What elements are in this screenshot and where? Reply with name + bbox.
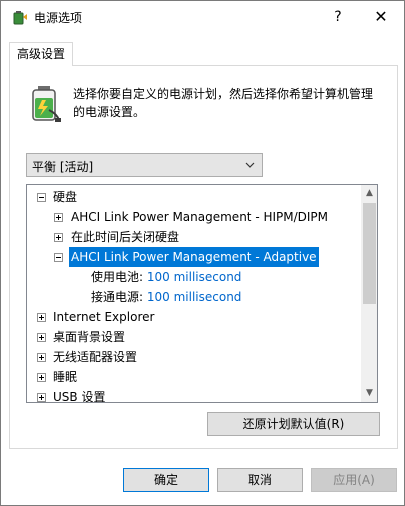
expand-icon[interactable] [37, 333, 46, 342]
tree-item-label: 无线适配器设置 [53, 350, 138, 364]
collapse-icon[interactable] [54, 253, 63, 262]
tree-item-label: AHCI Link Power Management - Adaptive [69, 247, 319, 267]
setting-label: 接通电源: [91, 290, 144, 304]
restore-defaults-button[interactable]: 还原计划默认值(R) [207, 412, 380, 436]
title-bar[interactable]: 电源选项 ? ✕ [1, 1, 404, 33]
settings-tree[interactable]: 硬盘 AHCI Link Power Management - HIPM/DIP… [26, 184, 378, 403]
scroll-down-icon[interactable]: ▼ [361, 385, 377, 402]
expand-icon[interactable] [37, 313, 46, 322]
expand-icon[interactable] [37, 393, 46, 402]
tree-item-label: USB 设置 [53, 390, 106, 403]
cancel-button[interactable]: 取消 [217, 468, 303, 492]
scroll-thumb[interactable] [363, 203, 376, 304]
tree-item-label: Internet Explorer [53, 310, 155, 324]
close-button[interactable]: ✕ [358, 1, 404, 33]
tree-item-label: 桌面背景设置 [53, 330, 126, 344]
expand-icon[interactable] [37, 373, 46, 382]
collapse-icon[interactable] [37, 193, 46, 202]
expand-icon[interactable] [54, 213, 63, 222]
expand-icon[interactable] [54, 233, 63, 242]
chevron-down-icon [245, 162, 255, 168]
ok-button[interactable]: 确定 [123, 468, 209, 492]
power-options-dialog: 电源选项 ? ✕ 高级设置 选择你要自定义的电源计划，然后选择你希望计算机管理的… [0, 0, 405, 506]
tree-item-on-battery[interactable]: 使用电池: 100 millisecond [91, 267, 241, 287]
power-plan-select-value: 平衡 [活动] [32, 160, 94, 174]
help-button[interactable]: ? [315, 1, 361, 33]
description-text: 选择你要自定义的电源计划，然后选择你希望计算机管理的电源设置。 [73, 87, 374, 119]
apply-button[interactable]: 应用(A) [311, 468, 397, 492]
expand-icon[interactable] [37, 353, 46, 362]
tree-item-label: 硬盘 [53, 190, 78, 204]
power-options-icon [13, 11, 27, 25]
tree-item-label: 在此时间后关闭硬盘 [71, 230, 180, 244]
battery-plug-icon [32, 86, 61, 122]
scroll-up-icon[interactable]: ▲ [361, 185, 377, 202]
setting-value[interactable]: 100 millisecond [147, 270, 242, 284]
setting-value[interactable]: 100 millisecond [147, 290, 242, 304]
window-title: 电源选项 [34, 11, 83, 25]
setting-label: 使用电池: [91, 270, 144, 284]
vertical-scrollbar[interactable]: ▲ ▼ [361, 185, 377, 402]
tree-item-plugged-in[interactable]: 接通电源: 100 millisecond [91, 287, 241, 307]
tree-item-label: AHCI Link Power Management - HIPM/DIPM [71, 210, 329, 224]
power-plan-select[interactable]: 平衡 [活动] [26, 153, 263, 177]
tab-advanced-settings[interactable]: 高级设置 [9, 42, 73, 66]
tree-item-label: 睡眠 [53, 370, 78, 384]
